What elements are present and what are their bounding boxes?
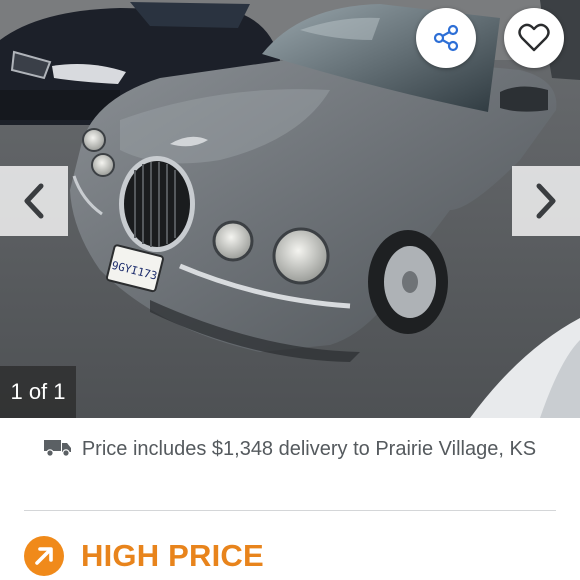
price-rating[interactable]: HIGH PRICE — [24, 534, 264, 578]
share-button[interactable] — [416, 8, 476, 68]
arrow-up-right-icon — [24, 536, 64, 576]
previous-photo-button[interactable] — [0, 166, 68, 236]
next-photo-button[interactable] — [512, 166, 580, 236]
favorite-button[interactable] — [504, 8, 564, 68]
delivery-text: Price includes $1,348 delivery to Prairi… — [81, 438, 537, 460]
heart-icon — [518, 23, 550, 52]
price-rating-label: HIGH PRICE — [81, 538, 264, 573]
chevron-left-icon — [24, 183, 44, 219]
truck-icon — [43, 440, 71, 457]
photo-counter: 1 of 1 — [0, 366, 76, 418]
share-icon — [433, 24, 459, 52]
chevron-right-icon — [536, 183, 556, 219]
delivery-info: Price includes $1,348 delivery to Prairi… — [40, 437, 540, 462]
section-divider — [24, 510, 556, 511]
vehicle-photo[interactable]: 9GYI173 1 of 1 — [0, 0, 580, 418]
